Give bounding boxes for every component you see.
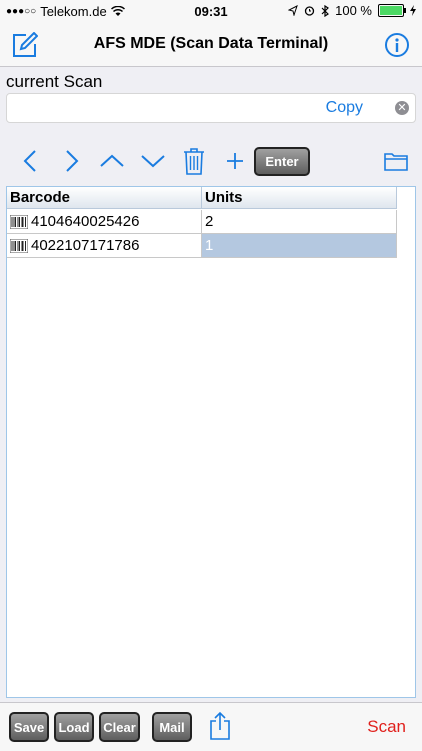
folder-icon [384,153,408,171]
previous-button[interactable] [16,146,44,176]
scan-table[interactable]: Barcode Units 4104640025426 2 4022107171… [6,186,416,698]
delete-button[interactable] [180,146,208,176]
location-icon [288,5,298,16]
chevron-right-icon [66,150,79,172]
enter-button[interactable]: Enter [254,147,310,176]
clear-button[interactable]: Clear [99,712,140,742]
copy-button[interactable]: Copy [326,99,363,117]
column-header-barcode[interactable]: Barcode [7,187,202,209]
share-button[interactable] [208,711,232,741]
navigation-bar: AFS MDE (Scan Data Terminal) [0,24,422,67]
current-scan-field[interactable]: Copy ✕ [6,93,416,123]
status-right: 100 % [288,3,416,18]
chevron-left-icon [23,150,36,172]
table-row[interactable]: 4104640025426 2 [7,210,397,234]
move-down-button[interactable] [139,146,167,176]
barcode-value: 4104640025426 [31,212,140,230]
save-button[interactable]: Save [9,712,49,742]
page-title: AFS MDE (Scan Data Terminal) [93,35,329,52]
trash-icon [184,148,204,175]
barcode-cell[interactable]: 4022107171786 [7,234,202,258]
share-icon [210,711,230,740]
clear-field-icon[interactable]: ✕ [395,101,409,115]
alarm-icon [304,6,315,16]
load-button[interactable]: Load [54,712,94,742]
info-button[interactable] [384,32,410,58]
column-header-units[interactable]: Units [202,187,397,209]
chevron-down-icon [141,155,165,168]
table-header: Barcode Units [7,187,397,210]
move-up-button[interactable] [98,146,126,176]
folder-button[interactable] [382,146,410,176]
scan-button[interactable]: Scan [367,717,406,737]
info-icon [385,33,409,57]
battery-percent: 100 % [335,3,372,18]
battery-icon [378,4,406,17]
units-cell-selected[interactable]: 1 [202,234,397,258]
add-button[interactable] [221,146,249,176]
barcode-icon [10,238,28,253]
units-cell[interactable]: 2 [202,210,397,234]
current-scan-label: current Scan [6,72,103,91]
plus-icon [227,153,243,169]
charging-icon [410,5,416,16]
status-bar: ●●●○○ Telekom.de 09:31 100 % [0,0,422,24]
barcode-value: 4022107171786 [31,236,140,254]
bottom-toolbar: Save Load Clear Mail Scan [0,702,422,751]
chevron-up-icon [100,154,124,167]
barcode-icon [10,214,28,229]
table-row[interactable]: 4022107171786 1 [7,234,397,258]
toolbar: Enter [0,146,422,178]
bluetooth-icon [321,4,330,17]
barcode-cell[interactable]: 4104640025426 [7,210,202,234]
mail-button[interactable]: Mail [152,712,192,742]
next-button[interactable] [58,146,86,176]
